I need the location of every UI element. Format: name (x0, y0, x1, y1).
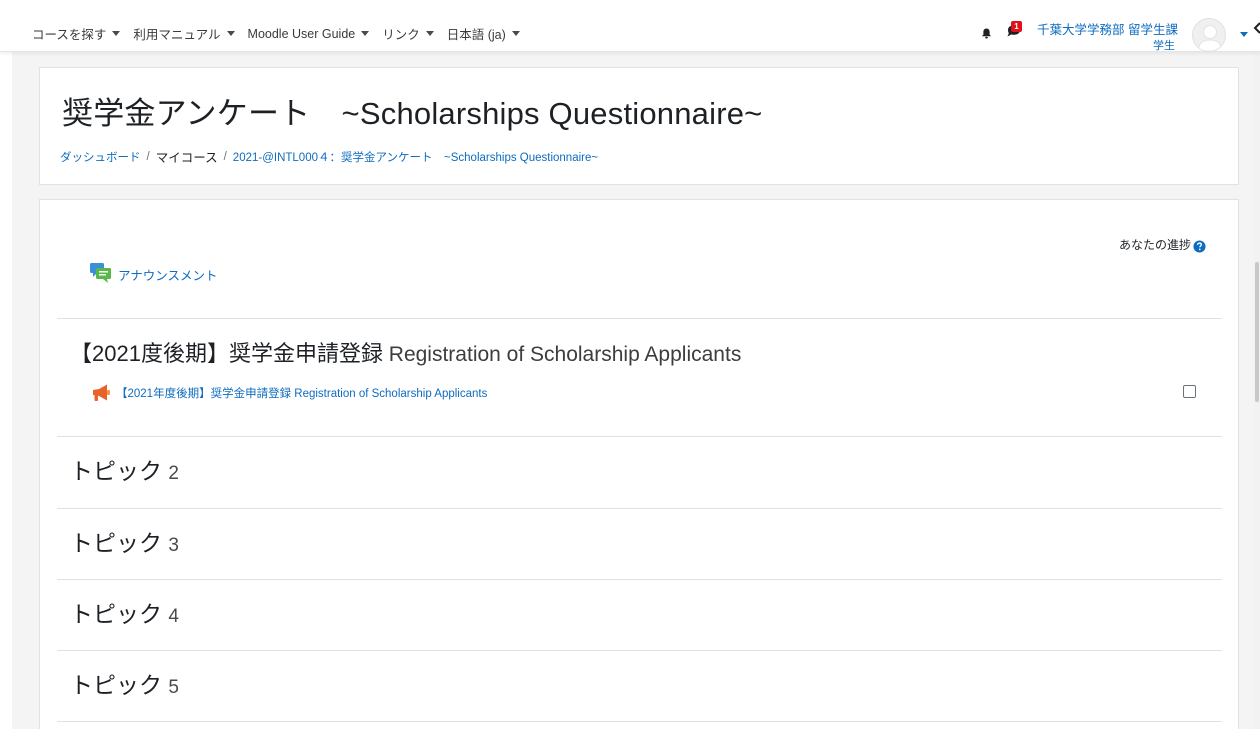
chevron-down-icon (226, 31, 235, 36)
section-title-text: トピック (70, 601, 162, 627)
drawer-toggle-icon[interactable] (1253, 22, 1260, 34)
course-section-3: トピック 3 (57, 508, 1222, 579)
announcements-label: アナウンスメント (118, 269, 218, 283)
section-title-text: トピック (70, 672, 162, 698)
menu-label: コースを探す (32, 28, 107, 42)
chevron-down-icon[interactable] (1240, 32, 1248, 37)
activity-feedback[interactable]: 【2021年度後期】奨学金申請登録 Registration of Schola… (90, 383, 487, 403)
section-title-text: トピック (70, 458, 162, 484)
avatar-icon (1197, 25, 1223, 51)
breadcrumb-dashboard[interactable]: ダッシュボード (60, 149, 141, 165)
custom-menu: コースを探す 利用マニュアル Moodle User Guide リンク 日本語… (32, 24, 533, 43)
menu-manual[interactable]: 利用マニュアル (133, 24, 235, 43)
menu-language[interactable]: 日本語 (ja) (447, 24, 520, 43)
section-title: 【2021度後期】奨学金申請登録 Registration of Scholar… (70, 336, 741, 368)
chevron-down-icon (112, 31, 121, 36)
course-section-1: 【2021度後期】奨学金申請登録 Registration of Scholar… (57, 318, 1222, 436)
announcements-link[interactable]: アナウンスメント (89, 261, 218, 284)
section-number: 5 (168, 677, 179, 698)
breadcrumb-separator: / (223, 150, 227, 163)
section-number: 2 (168, 463, 179, 484)
menu-label: リンク (382, 28, 420, 42)
chevron-down-icon (361, 31, 370, 36)
left-gutter (0, 52, 12, 729)
completion-checkbox[interactable] (1183, 385, 1196, 398)
menu-find-courses[interactable]: コースを探す (32, 24, 121, 43)
section-number: 4 (168, 606, 179, 627)
menu-links[interactable]: リンク (382, 24, 434, 43)
course-section-4: トピック 4 (57, 579, 1222, 650)
scrollbar-thumb[interactable] (1255, 262, 1259, 402)
menu-label: 日本語 (ja) (446, 28, 506, 42)
help-icon[interactable] (1193, 239, 1206, 253)
menu-label: 利用マニュアル (133, 28, 221, 42)
user-name[interactable]: 千葉大学学務部 留学生課 (1037, 19, 1178, 38)
breadcrumb-separator: / (146, 150, 150, 163)
chevron-down-icon (511, 31, 520, 36)
chevron-down-icon (425, 31, 434, 36)
page-title: 奨学金アンケート ~Scholarships Questionnaire~ (62, 96, 763, 131)
messages-count-badge: 1 (1011, 21, 1022, 32)
section-title-ja: 【2021度後期】奨学金申請登録 (70, 341, 383, 366)
breadcrumb: ダッシュボード / マイコース / 2021-@INTL000４：奨学金アンケー… (60, 147, 598, 166)
section-number: 3 (168, 535, 179, 556)
course-section-2: トピック 2 (57, 436, 1222, 508)
user-role: 学生 (1153, 40, 1175, 52)
forum-icon (90, 262, 111, 283)
menu-moodle-user-guide[interactable]: Moodle User Guide (248, 24, 370, 43)
breadcrumb-course[interactable]: 2021-@INTL000４：奨学金アンケート ~Scholarships Qu… (233, 149, 598, 165)
progress-info: あなたの進捗 (1119, 236, 1206, 253)
section-title: トピック 4 (70, 595, 179, 629)
megaphone-icon (93, 384, 110, 401)
avatar[interactable] (1192, 18, 1226, 52)
activity-link: 【2021年度後期】奨学金申請登録 Registration of Schola… (116, 388, 488, 400)
page-header: 奨学金アンケート ~Scholarships Questionnaire~ ダッ… (39, 67, 1239, 185)
messages-toggle[interactable]: 1 (1005, 21, 1023, 41)
section-title-en: Registration of Scholarship Applicants (382, 343, 742, 366)
breadcrumb-my-courses: マイコース (155, 151, 218, 165)
section-title-text: トピック (70, 530, 162, 556)
top-navbar: コースを探す 利用マニュアル Moodle User Guide リンク 日本語… (0, 0, 1260, 52)
section-title: トピック 2 (70, 452, 179, 486)
section-title: トピック 5 (70, 666, 179, 700)
section-title: トピック 3 (70, 524, 179, 558)
course-section-5: トピック 5 (57, 650, 1222, 722)
scrollbar[interactable] (1254, 52, 1260, 729)
bell-icon[interactable] (981, 28, 992, 39)
course-content: あなたの進捗 アナウンスメント 【2021度後期】奨学金申請登録 Registr… (39, 199, 1239, 729)
menu-label: Moodle User Guide (247, 26, 356, 41)
progress-label: あなたの進捗 (1119, 238, 1192, 252)
